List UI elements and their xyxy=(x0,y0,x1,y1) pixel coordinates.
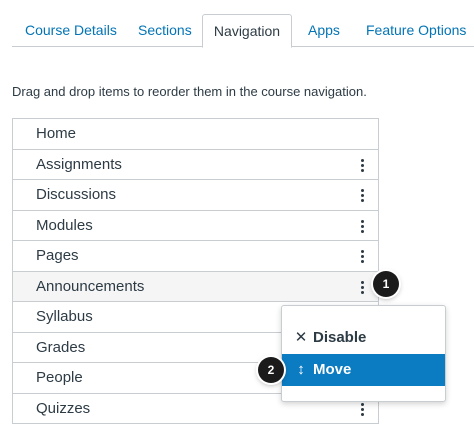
move-label: Move xyxy=(313,361,352,378)
tab-sections[interactable]: Sections xyxy=(138,14,192,46)
disable-menu-item[interactable]: ✕ Disable xyxy=(282,322,445,354)
nav-item-discussions[interactable]: Discussions xyxy=(13,180,378,211)
kebab-menu-icon[interactable] xyxy=(360,402,366,418)
nav-item-announcements[interactable]: Announcements xyxy=(13,271,378,302)
callout-badge-1: 1 xyxy=(373,271,399,297)
tab-feature-options[interactable]: Feature Options xyxy=(366,14,466,46)
settings-tabs: Course Details Sections Navigation Apps … xyxy=(0,14,474,48)
nav-item-label: Modules xyxy=(36,216,93,234)
course-settings-page: Course Details Sections Navigation Apps … xyxy=(0,0,474,426)
nav-item-label: Assignments xyxy=(36,155,122,173)
nav-item-label: Syllabus xyxy=(36,308,93,325)
kebab-menu-icon[interactable] xyxy=(360,280,366,296)
nav-item-label: Quizzes xyxy=(36,399,91,417)
reorder-instructions: Drag and drop items to reorder them in t… xyxy=(12,84,367,99)
nav-item-label: Home xyxy=(36,125,77,142)
tab-apps[interactable]: Apps xyxy=(308,14,340,46)
callout-badge-2: 2 xyxy=(258,357,284,383)
close-icon: ✕ xyxy=(294,329,308,346)
nav-item-assignments[interactable]: Assignments xyxy=(13,149,378,180)
nav-item-home[interactable]: Home xyxy=(13,119,378,150)
tab-navigation[interactable]: Navigation xyxy=(202,14,292,48)
nav-item-pages[interactable]: Pages xyxy=(13,241,378,272)
disable-label: Disable xyxy=(313,329,367,346)
nav-item-label: Discussions xyxy=(36,186,117,203)
move-vertical-icon: ↕ xyxy=(297,361,305,378)
item-options-menu: ✕ Disable ↕ Move xyxy=(281,305,446,402)
move-menu-item[interactable]: ↕ Move xyxy=(282,354,445,386)
kebab-menu-icon[interactable] xyxy=(360,188,366,204)
nav-item-label: Pages xyxy=(36,247,79,264)
tab-course-details[interactable]: Course Details xyxy=(25,14,117,46)
kebab-menu-icon[interactable] xyxy=(360,158,366,174)
kebab-menu-icon[interactable] xyxy=(360,219,366,235)
nav-item-label: People xyxy=(36,369,83,386)
nav-item-modules[interactable]: Modules xyxy=(13,210,378,241)
kebab-menu-icon[interactable] xyxy=(360,249,366,265)
nav-item-label: Announcements xyxy=(36,277,145,295)
nav-item-label: Grades xyxy=(36,338,86,356)
